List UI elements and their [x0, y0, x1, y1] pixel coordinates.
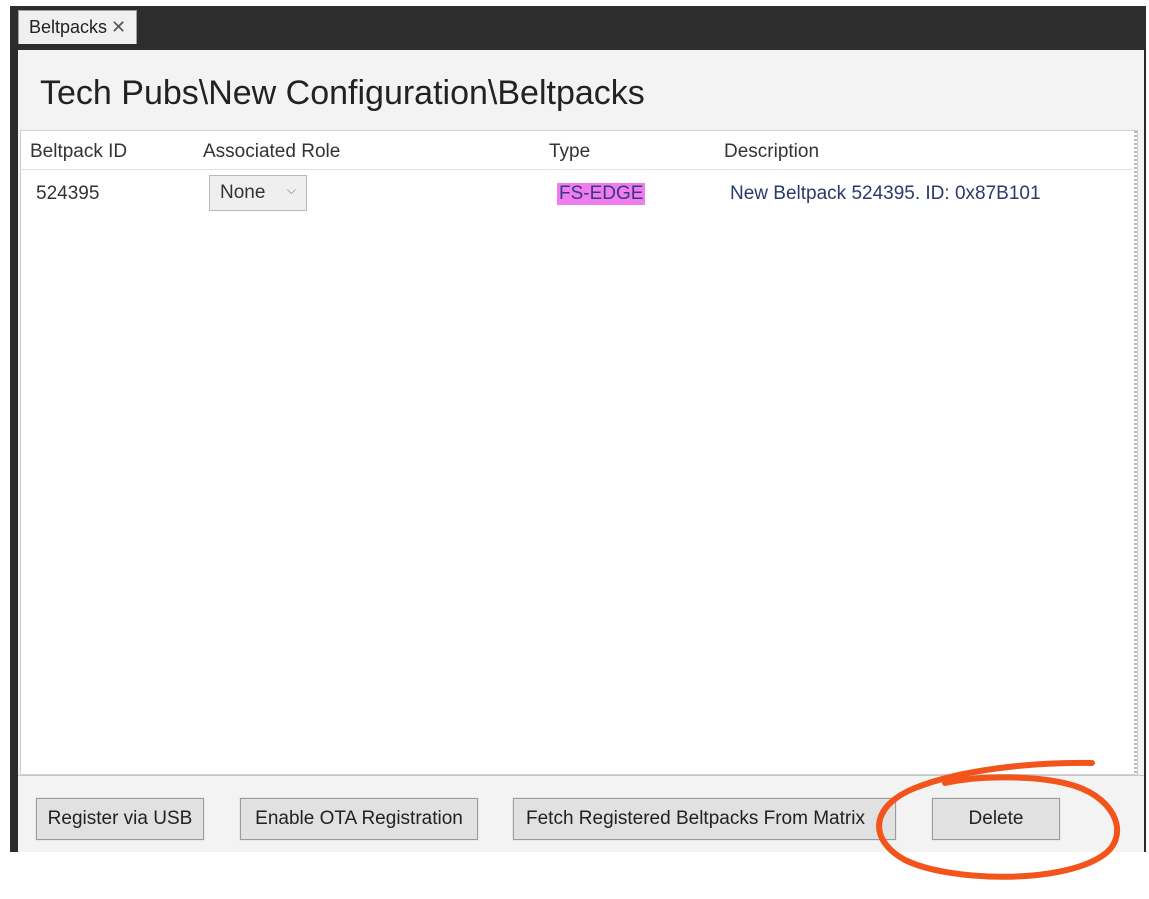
tab-beltpacks[interactable]: Beltpacks ✕: [18, 10, 138, 44]
description-cell[interactable]: New Beltpack 524395. ID: 0x87B101: [730, 183, 1041, 205]
close-icon[interactable]: ✕: [111, 17, 126, 38]
type-cell: FS-EDGE: [557, 183, 646, 205]
fetch-registered-beltpacks-button[interactable]: Fetch Registered Beltpacks From Matrix: [512, 797, 897, 841]
tab-label: Beltpacks: [29, 17, 108, 37]
column-header-description[interactable]: Description: [724, 141, 819, 163]
beltpack-id-cell: 524395: [36, 183, 100, 204]
chevron-down-icon: ⌵: [286, 183, 296, 197]
page-title: Tech Pubs\New Configuration\Beltpacks: [40, 74, 645, 112]
role-select-value: None: [220, 182, 266, 203]
table-edge: [1134, 131, 1137, 774]
enable-ota-registration-button[interactable]: Enable OTA Registration: [239, 797, 479, 841]
beltpacks-table: Beltpack ID Associated Role Type Descrip…: [20, 130, 1138, 775]
register-via-usb-button[interactable]: Register via USB: [35, 797, 205, 841]
column-header-type[interactable]: Type: [549, 141, 590, 163]
column-header-beltpack-id[interactable]: Beltpack ID: [30, 141, 127, 163]
delete-button[interactable]: Delete: [931, 797, 1061, 841]
header-divider: [21, 169, 1133, 170]
column-header-associated-role[interactable]: Associated Role: [203, 141, 340, 163]
associated-role-select[interactable]: None ⌵: [209, 175, 307, 211]
tab-strip: [10, 6, 1146, 50]
footer-divider: [18, 775, 1144, 776]
